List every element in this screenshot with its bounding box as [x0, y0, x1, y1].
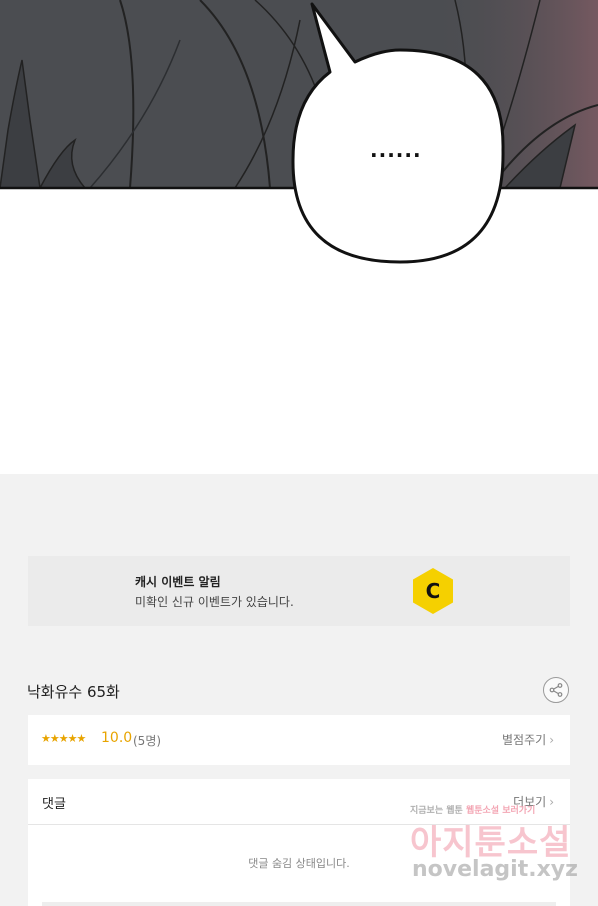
share-button[interactable] — [543, 677, 569, 703]
event-subtitle: 미확인 신규 이벤트가 있습니다. — [135, 595, 294, 609]
comment-input-bar[interactable] — [42, 902, 556, 906]
coin-letter: C — [426, 579, 441, 603]
site-watermark: 지금보는 웹툰 웹툰소설 보러가기 아지툰소설 novelagit.xyz — [410, 801, 580, 896]
episode-title: 낙화유수 65화 — [27, 683, 120, 701]
chevron-right-icon: › — [549, 733, 554, 747]
rating-count: (5명) — [133, 734, 162, 748]
watermark-url: novelagit.xyz — [412, 857, 578, 882]
star-rating-icons: ★★★★★ — [41, 732, 86, 745]
comic-panel: ...... — [0, 0, 598, 474]
cash-coin-icon: C — [413, 568, 453, 614]
comments-title: 댓글 — [42, 797, 66, 812]
rating-box: ★★★★★ 10.0 (5명) 별점주기 › — [28, 715, 570, 765]
share-icon — [549, 683, 563, 697]
cash-event-banner[interactable]: 캐시 이벤트 알림 미확인 신규 이벤트가 있습니다. C — [28, 556, 570, 626]
rating-score: 10.0 — [101, 730, 133, 746]
event-title: 캐시 이벤트 알림 — [135, 575, 221, 589]
rate-button-label: 별점주기 — [502, 733, 547, 747]
comic-artwork — [0, 0, 598, 264]
rate-button[interactable]: 별점주기 › — [502, 731, 554, 748]
speech-bubble-text: ...... — [370, 138, 422, 162]
